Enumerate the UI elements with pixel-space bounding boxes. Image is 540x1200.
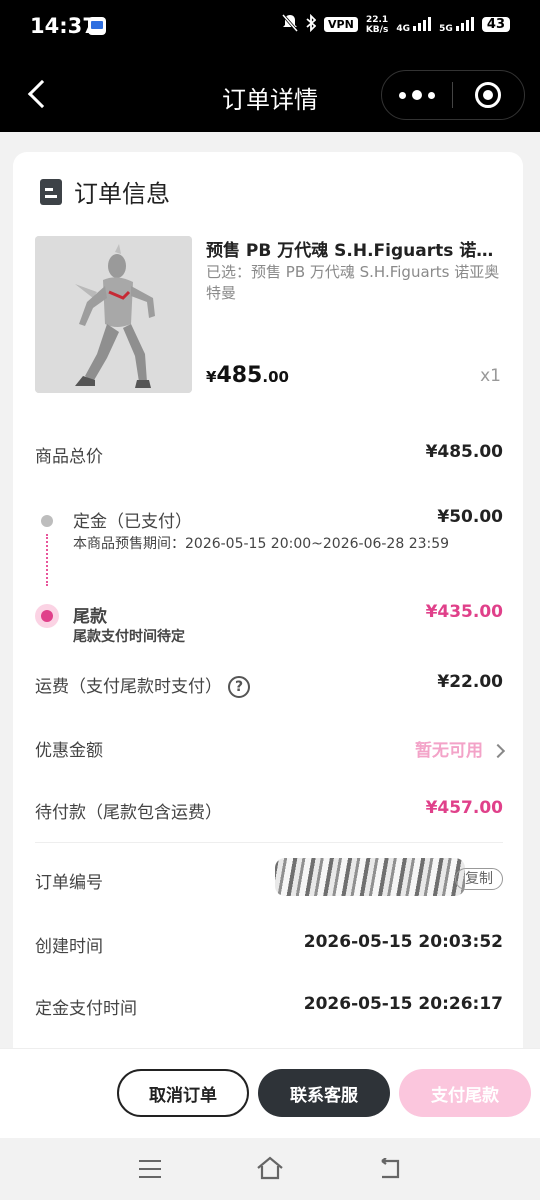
price-decimal: .00 [262, 368, 289, 386]
system-back-icon[interactable] [378, 1157, 402, 1180]
balance-row: 尾款 ¥435.00 尾款支付时间待定 [35, 602, 503, 646]
order-number-row: 订单编号 复制 [35, 854, 503, 902]
sim1-label: 4G [396, 24, 410, 34]
sim2-label: 5G [439, 24, 453, 34]
signal-bars-icon [455, 15, 474, 31]
copy-button[interactable]: 复制 [455, 868, 503, 890]
order-info-card: 订单信息 预售 PB 万代魂 S.H.Figuarts 诺亚奥特曼 已选：预售 … [13, 152, 523, 1062]
status-time: 14:37 [30, 14, 97, 38]
total-price-value: ¥485.00 [425, 442, 503, 462]
contact-service-button[interactable]: 联系客服 [258, 1069, 390, 1117]
discount-label: 优惠金额 [35, 741, 103, 761]
product-image[interactable] [35, 236, 192, 393]
deposit-row: 定金（已支付） ¥50.00 本商品预售期间：2026-05-15 20:00~… [35, 507, 503, 587]
vpn-badge: VPN [324, 17, 358, 32]
signal-sim1: 4G [396, 15, 432, 34]
action-bar: 取消订单 联系客服 支付尾款 [0, 1048, 540, 1138]
battery-icon: 43 [481, 17, 510, 32]
mail-notification-icon [88, 17, 106, 35]
pending-label: 待付款（尾款包含运费） [35, 803, 222, 823]
shipping-label-text: 运费（支付尾款时支付） [35, 677, 222, 697]
shipping-label: 运费（支付尾款时支付）? [35, 672, 250, 698]
deposit-label: 定金（已支付） [73, 512, 192, 532]
deposit-value: ¥50.00 [437, 507, 503, 527]
balance-value: ¥435.00 [425, 602, 503, 622]
discount-value: 暂无可用 [415, 741, 483, 761]
product-price: ¥485.00 [206, 363, 289, 388]
network-speed-unit: KB/s [365, 24, 389, 35]
system-navigation-bar [0, 1138, 540, 1200]
step-connector [46, 534, 48, 586]
more-icon[interactable] [382, 71, 452, 119]
order-number-label: 订单编号 [35, 873, 103, 893]
network-speed: 22.1 KB/s [366, 15, 388, 35]
signal-bars-icon [413, 15, 432, 31]
pay-balance-button[interactable]: 支付尾款 [399, 1069, 531, 1117]
discount-row[interactable]: 优惠金额 暂无可用 [35, 736, 506, 764]
price-integer: 485 [216, 363, 263, 388]
close-miniprogram-icon[interactable] [453, 71, 525, 119]
step-dot-icon [41, 515, 53, 527]
signal-sim2: 5G [439, 15, 474, 34]
document-icon [40, 178, 62, 205]
nav-bar: 订单详情 [0, 56, 540, 132]
bluetooth-icon [306, 13, 317, 35]
shipping-value: ¥22.00 [437, 672, 503, 692]
presale-period: 本商品预售期间：2026-05-15 20:00~2026-06-28 23:5… [73, 536, 450, 552]
product-spec: 已选：预售 PB 万代魂 S.H.Figuarts 诺亚奥特曼 [206, 263, 500, 302]
status-bar: 14:37 VPN 22.1 KB/s 4G 5G 43 [0, 0, 540, 56]
home-icon[interactable] [256, 1156, 284, 1180]
network-speed-value: 22.1 [365, 14, 389, 25]
help-icon[interactable]: ? [228, 676, 250, 698]
shipping-row: 运费（支付尾款时支付）? ¥22.00 [35, 672, 503, 700]
discount-value-wrap: 暂无可用 [415, 736, 506, 761]
product-name[interactable]: 预售 PB 万代魂 S.H.Figuarts 诺亚奥特曼 [206, 236, 502, 261]
section-title: 订单信息 [74, 180, 170, 208]
deposit-paid-time-value: 2026-05-15 20:26:17 [303, 994, 503, 1014]
cancel-order-button[interactable]: 取消订单 [117, 1069, 249, 1117]
created-time-label: 创建时间 [35, 937, 103, 957]
balance-note: 尾款支付时间待定 [73, 629, 185, 645]
status-icons: VPN 22.1 KB/s 4G 5G 43 [281, 13, 510, 35]
created-time-value: 2026-05-15 20:03:52 [303, 932, 503, 952]
pending-value: ¥457.00 [425, 798, 503, 818]
mute-icon [281, 14, 299, 35]
deposit-paid-time-label: 定金支付时间 [35, 999, 137, 1019]
section-header: 订单信息 [40, 174, 170, 209]
recent-apps-icon[interactable] [139, 1160, 161, 1178]
product-quantity: x1 [480, 366, 501, 386]
total-price-label: 商品总价 [35, 447, 103, 467]
balance-label: 尾款 [73, 607, 107, 627]
miniprogram-capsule [381, 70, 525, 120]
divider [35, 842, 503, 843]
step-active-dot-icon [35, 604, 59, 628]
order-number-redacted [275, 858, 465, 896]
chevron-right-icon [490, 743, 506, 759]
price-currency: ¥ [206, 368, 217, 386]
